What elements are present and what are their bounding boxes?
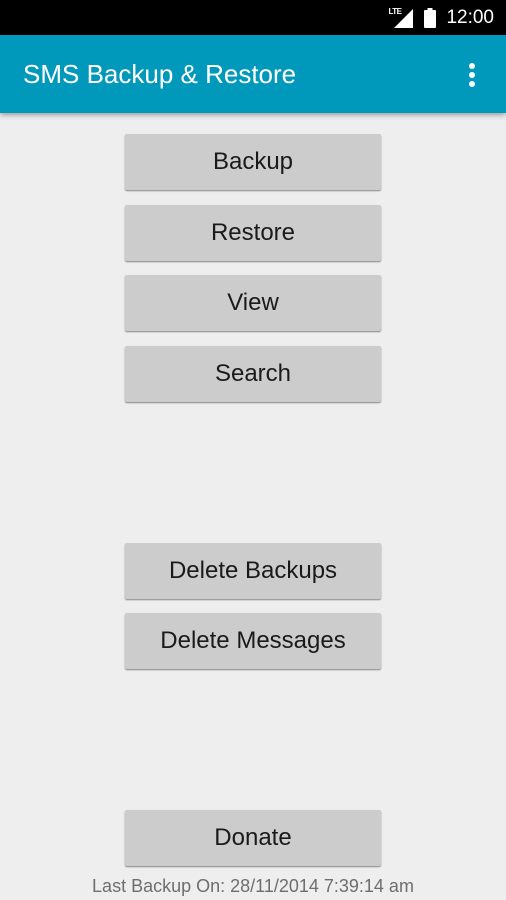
app-bar: SMS Backup & Restore (0, 35, 506, 113)
donate-button[interactable]: Donate (125, 810, 381, 866)
overflow-menu-icon-dot (469, 72, 475, 78)
battery-icon (424, 7, 437, 28)
app-title: SMS Backup & Restore (23, 59, 297, 89)
network-type-label: LTE (388, 6, 402, 16)
restore-button[interactable]: Restore (125, 205, 381, 261)
status-bar: LTE 12:00 (0, 0, 506, 35)
backup-button[interactable]: Backup (125, 134, 381, 190)
overflow-menu-button[interactable] (454, 55, 490, 95)
search-button[interactable]: Search (125, 346, 381, 402)
view-button[interactable]: View (125, 275, 381, 331)
last-backup-info: Last Backup On: 28/11/2014 7:39:14 am (92, 876, 414, 896)
lte-signal-icon: LTE (388, 7, 414, 29)
overflow-menu-icon (469, 63, 475, 69)
delete-messages-button[interactable]: Delete Messages (125, 613, 381, 669)
delete-backups-button[interactable]: Delete Backups (125, 543, 381, 599)
status-icons: LTE 12:00 (388, 0, 494, 35)
overflow-menu-icon-dot (469, 81, 475, 87)
clock: 12:00 (446, 6, 494, 28)
